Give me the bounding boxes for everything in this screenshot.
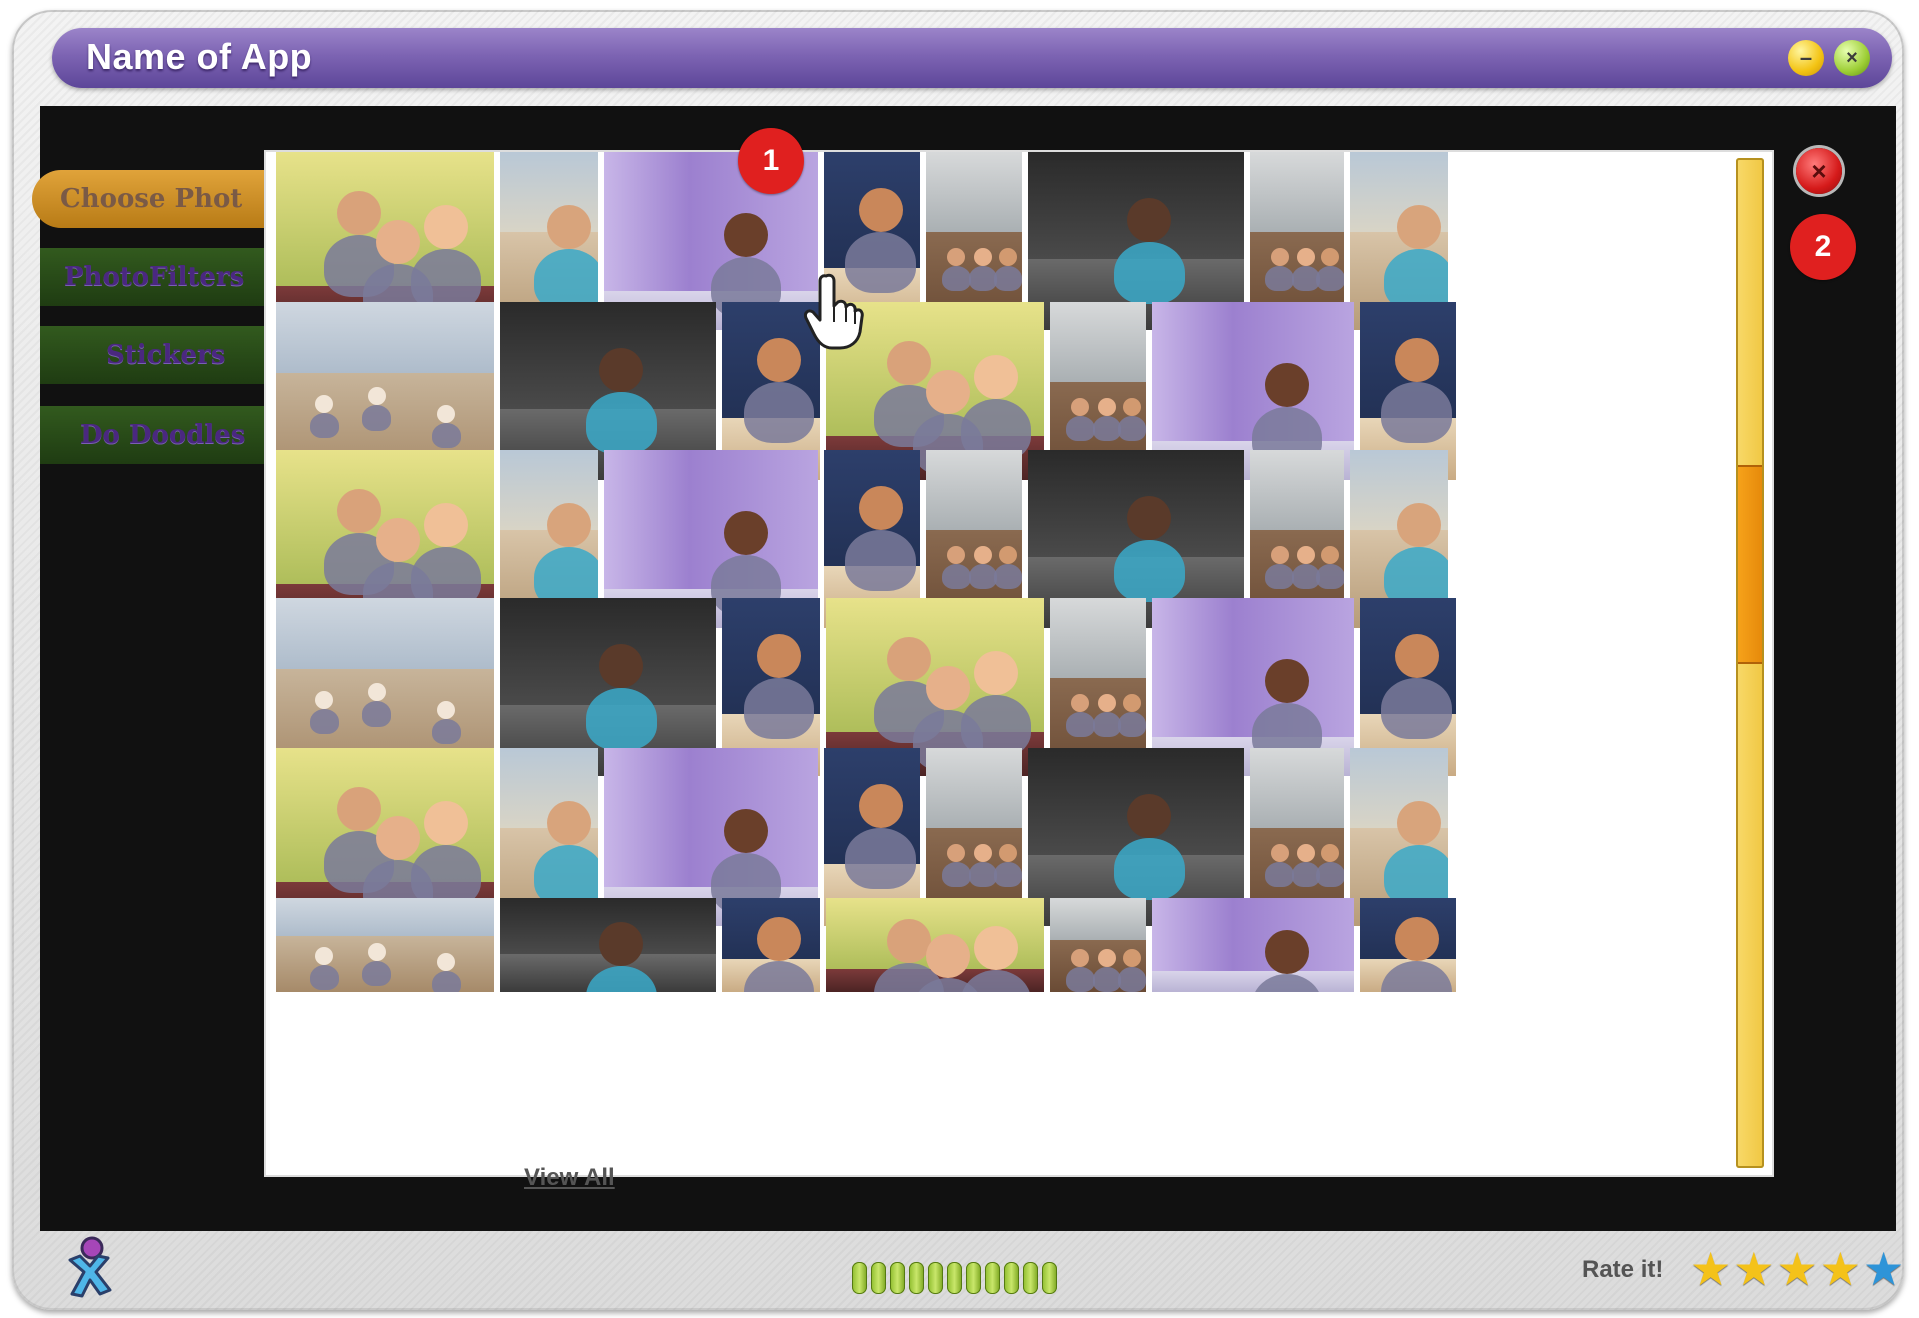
callout-badge: 1	[738, 128, 804, 194]
sidebar-item-label: Do Doodles	[80, 420, 246, 450]
sidebar-item-label: Stickers	[106, 340, 226, 370]
progress-segment	[1004, 1262, 1019, 1294]
close-gallery-button[interactable]: ×	[1796, 148, 1842, 194]
callout-badge: 2	[1790, 214, 1856, 280]
app-title: Name of App	[86, 36, 313, 77]
progress-segment	[947, 1262, 962, 1294]
app-logo-icon	[68, 1236, 112, 1298]
photo-thumbnail[interactable]	[1152, 898, 1354, 992]
progress-segment	[928, 1262, 943, 1294]
progress-segment	[909, 1262, 924, 1294]
star-icon[interactable]: ★	[1733, 1246, 1774, 1292]
minimize-icon: –	[1799, 45, 1813, 70]
sidebar-item-label: Choose Phot	[60, 184, 243, 214]
star-icon[interactable]: ★	[1690, 1246, 1731, 1292]
photo-thumbnail[interactable]	[1360, 898, 1456, 992]
scrollbar-thumb[interactable]	[1738, 465, 1762, 664]
progress-segment	[852, 1262, 867, 1294]
rating-stars[interactable]: ★ ★ ★ ★ ★	[1690, 1246, 1904, 1292]
progress-segment	[890, 1262, 905, 1294]
minimize-button[interactable]: –	[1788, 40, 1824, 76]
star-icon[interactable]: ★	[1777, 1246, 1818, 1292]
photo-gallery	[266, 152, 1772, 1175]
close-icon: ×	[1846, 46, 1858, 69]
star-icon[interactable]: ★	[1820, 1246, 1861, 1292]
photo-thumbnail[interactable]	[722, 898, 820, 992]
progress-segment	[1023, 1262, 1038, 1294]
photo-thumbnail[interactable]	[276, 898, 494, 992]
progress-segment	[985, 1262, 1000, 1294]
sidebar-item-choose-photo[interactable]: Choose Phot	[32, 170, 302, 228]
photo-thumbnail[interactable]	[500, 898, 716, 992]
star-icon[interactable]: ★	[1863, 1246, 1904, 1292]
title-bar: Name of App – ×	[52, 28, 1892, 88]
close-icon: ×	[1811, 155, 1827, 186]
rate-it-label: Rate it!	[1582, 1256, 1664, 1283]
photo-row	[276, 898, 1456, 992]
progress-segment	[871, 1262, 886, 1294]
photo-thumbnail[interactable]	[826, 898, 1044, 992]
view-all-link[interactable]: View All	[524, 1164, 615, 1192]
progress-segment	[1042, 1262, 1057, 1294]
photo-thumbnail[interactable]	[1050, 898, 1146, 992]
progress-indicator	[852, 1262, 1057, 1294]
progress-segment	[966, 1262, 981, 1294]
cursor-hand-icon	[804, 273, 864, 350]
sidebar-item-label: PhotoFilters	[64, 262, 245, 292]
window-close-button[interactable]: ×	[1834, 40, 1870, 76]
